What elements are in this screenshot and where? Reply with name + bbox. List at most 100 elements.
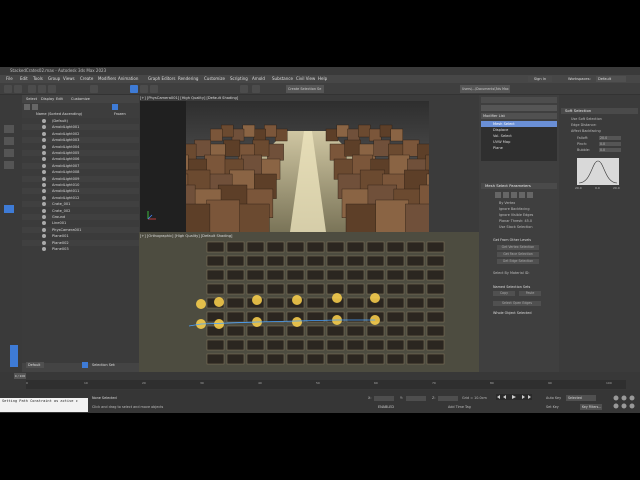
select-move-icon[interactable] xyxy=(130,85,138,93)
menu-tools[interactable]: Tools xyxy=(33,75,43,83)
x-coordinate-field[interactable] xyxy=(374,396,394,401)
visibility-icon[interactable] xyxy=(42,195,46,200)
menu-substance[interactable]: Substance xyxy=(272,75,293,83)
scene-item[interactable]: ArnoldLight008 xyxy=(22,169,139,175)
visibility-icon[interactable] xyxy=(42,138,46,143)
mesh-select-rollout-title[interactable]: Mesh Select Parameters xyxy=(481,183,557,189)
visibility-icon[interactable] xyxy=(42,131,46,136)
playback-controls[interactable] xyxy=(496,394,532,400)
filter-icon[interactable] xyxy=(24,104,30,110)
menu-civil-view[interactable]: Civil View xyxy=(296,75,315,83)
visibility-icon[interactable] xyxy=(42,234,46,239)
scene-item[interactable]: ArnoldLight006 xyxy=(22,156,139,162)
create-tab-icon[interactable] xyxy=(4,125,14,133)
selection-set-icon[interactable] xyxy=(82,362,88,368)
use-soft-selection-checkbox[interactable]: Use Soft Selection xyxy=(571,117,602,121)
y-coordinate-field[interactable] xyxy=(406,396,426,401)
menu-customize[interactable]: Customize xyxy=(204,75,225,83)
falloff-spinner[interactable]: 20.0 xyxy=(599,136,621,140)
scene-item[interactable]: PhysCamera001 xyxy=(22,226,139,233)
name-column-header[interactable]: Name (Sorted Ascending) xyxy=(36,111,82,117)
set-key-button[interactable]: Set Key xyxy=(546,405,559,409)
key-filters-button[interactable]: Key Filters... xyxy=(580,404,602,410)
time-slider-handle[interactable]: 0 / 100 xyxy=(14,373,26,379)
scene-item[interactable]: ArnoldLight012 xyxy=(22,195,139,201)
rotate-icon[interactable] xyxy=(140,85,148,93)
mesh-select-option[interactable]: By Vertex xyxy=(499,201,515,205)
menu-edit[interactable]: Edit xyxy=(20,75,28,83)
sort-icon[interactable] xyxy=(112,104,118,110)
display-tab-icon[interactable] xyxy=(4,137,14,145)
sub-object-level-icons[interactable] xyxy=(485,191,555,199)
angle-snap-icon[interactable] xyxy=(252,85,260,93)
ortho-viewport-label[interactable]: [+] [Orthographic] [High Quality] [Defau… xyxy=(140,233,232,239)
arnold-light-icon[interactable] xyxy=(214,297,224,307)
menu-file[interactable]: File xyxy=(6,75,13,83)
menu-scripting[interactable]: Scripting xyxy=(230,75,248,83)
pinch-spinner[interactable]: 0.0 xyxy=(599,142,621,146)
project-path[interactable]: Users\...\Documents\3ds Max 2023 xyxy=(460,85,510,99)
affect-backfacing-option[interactable]: Affect Backfacing xyxy=(571,129,601,133)
link-icon[interactable] xyxy=(28,85,36,93)
undo-icon[interactable] xyxy=(4,85,12,93)
autokey-dropdown[interactable]: Selected xyxy=(566,395,596,401)
menu-help[interactable]: Help xyxy=(318,75,327,83)
scene-scrollbar[interactable] xyxy=(10,345,18,367)
maxscript-listener[interactable]: Setting Path Constraint as active c xyxy=(0,398,88,412)
unlink-icon[interactable] xyxy=(38,85,46,93)
visibility-icon[interactable] xyxy=(42,208,46,213)
modifier-list-dropdown[interactable]: Modifier List xyxy=(481,113,557,119)
scene-item[interactable]: ArnoldLight005 xyxy=(22,150,139,156)
get-selection-button[interactable]: Get Face Selection xyxy=(497,252,539,257)
visibility-icon[interactable] xyxy=(42,221,46,226)
scene-item[interactable]: Crate_001 xyxy=(22,201,139,208)
scene-item[interactable]: ArnoldLight004 xyxy=(22,144,139,150)
scene-item[interactable]: ArnoldLight002 xyxy=(22,131,139,137)
bubble-spinner[interactable]: 0.0 xyxy=(599,148,621,152)
camera-icon[interactable] xyxy=(4,205,14,213)
arnold-light-icon[interactable] xyxy=(292,317,302,327)
arnold-light-icon[interactable] xyxy=(214,319,224,329)
timeline-track[interactable]: 0 10 20 30 40 50 60 70 80 90 100 xyxy=(26,380,626,389)
bind-space-warp-icon[interactable] xyxy=(48,85,56,93)
arnold-light-icon[interactable] xyxy=(370,293,380,303)
mesh-select-option[interactable]: Use Stack Selection xyxy=(499,225,533,229)
tab-display[interactable]: Display xyxy=(41,95,54,103)
sign-in-button[interactable]: Sign In xyxy=(528,76,552,82)
menu-rendering[interactable]: Rendering xyxy=(178,75,198,83)
mesh-select-option[interactable]: Planar Thresh: 45.0 xyxy=(499,219,532,223)
redo-icon[interactable] xyxy=(14,85,22,93)
scene-item[interactable]: Plane003 xyxy=(22,246,139,252)
edge-distance-option[interactable]: Edge Distance: xyxy=(571,123,597,127)
get-selection-button[interactable]: Get Edge Selection xyxy=(497,259,539,264)
menu-arnold[interactable]: Arnold xyxy=(252,75,265,83)
frozen-column-header[interactable]: Frozen xyxy=(114,111,126,117)
scene-item[interactable]: Line001 xyxy=(22,220,139,226)
menu-modifiers[interactable]: Modifiers xyxy=(98,75,116,83)
scene-item[interactable]: ArnoldLight003 xyxy=(22,137,139,144)
select-object-icon[interactable] xyxy=(90,85,98,93)
visibility-icon[interactable] xyxy=(42,215,46,219)
visibility-icon[interactable] xyxy=(42,189,46,194)
object-name-field[interactable] xyxy=(481,105,557,111)
soft-selection-title[interactable]: Soft Selection xyxy=(561,108,638,114)
menu-create[interactable]: Create xyxy=(80,75,93,83)
orthographic-viewport[interactable] xyxy=(139,232,479,372)
scene-item[interactable]: (Default) xyxy=(22,118,139,124)
tab-edit[interactable]: Edit xyxy=(56,95,63,103)
mesh-select-option[interactable]: Ignore Visible Edges xyxy=(499,213,533,217)
viewport-nav-icons[interactable] xyxy=(612,394,636,410)
scene-item[interactable]: Ground xyxy=(22,214,139,220)
select-open-edges-button[interactable]: Select Open Edges xyxy=(493,301,541,306)
search-icon[interactable] xyxy=(32,104,38,110)
menu-views[interactable]: Views xyxy=(63,75,75,83)
visibility-icon[interactable] xyxy=(42,163,46,168)
visibility-icon[interactable] xyxy=(42,170,46,175)
scene-item[interactable]: Crate_002 xyxy=(22,208,139,214)
scene-item[interactable]: ArnoldLight001 xyxy=(22,124,139,131)
menu-graph-editors[interactable]: Graph Editors xyxy=(148,75,175,83)
visibility-icon[interactable] xyxy=(42,151,46,155)
filter-icon[interactable] xyxy=(4,149,14,157)
workspaces-dropdown[interactable]: Default xyxy=(596,76,626,82)
selection-set-dropdown[interactable]: Create Selection Se xyxy=(286,85,324,93)
